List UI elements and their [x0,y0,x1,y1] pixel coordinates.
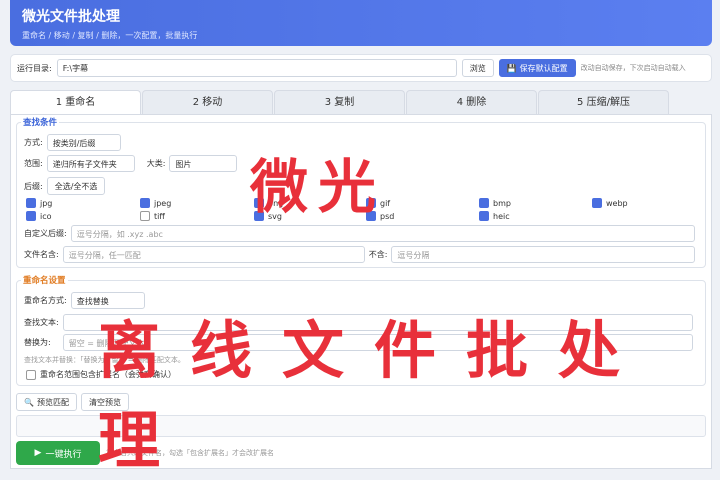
ext-label: jpg [40,198,53,208]
include-extension-checkbox[interactable]: 重命名范围包含扩展名（会弹窗确认） [26,369,176,380]
run-all-button[interactable]: ▶ 一键执行 [16,441,100,465]
run-note: 重命名只改文件名，勾选「包含扩展名」才会改扩展名 [106,449,274,457]
name-excludes-input[interactable]: 逗号分隔 [391,246,696,263]
run-directory-input[interactable]: F:\字幕 [56,59,457,77]
autosave-hint: 改动自动保存，下次启动自动载入 [580,64,686,72]
checkbox-checked-icon [479,198,489,208]
save-default-config-label: 保存默认配置 [519,63,568,73]
replace-with-input[interactable]: 留空 = 删除匹配文本 [62,334,693,351]
custom-suffix-label: 自定义后缀: [24,229,67,238]
checkbox-checked-icon [254,198,264,208]
checkbox-checked-icon [592,198,602,208]
include-extension-label: 重命名范围包含扩展名（会弹窗确认） [40,370,176,379]
checkbox-checked-icon [26,198,36,208]
ext-checkbox[interactable]: ico [26,211,52,221]
ext-checkbox[interactable]: svg [254,211,282,221]
rename-mode-select[interactable]: 查找替换 [70,292,145,309]
checkbox-checked-icon [26,211,36,221]
ext-label: ico [40,211,52,221]
clear-preview-button[interactable]: 清空预览 [80,393,129,411]
app-subtitle: 重命名 / 移动 / 复制 / 删除，一次配置，批量执行 [22,31,198,40]
scope-select[interactable]: 递归所有子文件夹 [46,155,135,172]
search-icon: 🔍 [24,397,34,407]
checkbox-checked-icon [140,198,150,208]
name-contains-label: 文件名含: [24,250,59,259]
find-text-input[interactable] [62,314,693,331]
app-title: 微光文件批处理 [22,9,120,25]
save-default-config-button[interactable]: 💾 保存默认配置 [498,59,576,77]
browse-button[interactable]: 浏览 [461,59,494,77]
ext-checkbox[interactable]: png [254,198,283,208]
ext-checkbox[interactable]: heic [479,211,510,221]
name-contains-input[interactable]: 逗号分隔，任一匹配 [62,246,365,263]
ext-label: bmp [493,198,511,208]
rename-mode-label: 重命名方式: [24,296,67,305]
checkbox-unchecked-icon [26,369,36,380]
checkbox-checked-icon [366,211,376,221]
select-all-toggle-button[interactable]: 全选/全不选 [46,177,106,195]
find-text-label: 查找文本: [24,318,59,327]
tab-move[interactable]: 2 移动 [142,90,273,114]
operation-tabs: 1 重命名 2 移动 3 复制 4 删除 5 压缩/解压 [10,90,712,114]
ext-label: svg [268,211,282,221]
run-all-label: 一键执行 [45,449,82,460]
replace-with-label: 替换为: [24,338,51,347]
category-label: 大类: [146,159,166,168]
checkbox-checked-icon [479,211,489,221]
custom-suffix-input[interactable]: 逗号分隔，如 .xyz .abc [70,225,695,242]
tab-compress[interactable]: 5 压缩/解压 [538,90,669,114]
app-header: 微光文件批处理 重命名 / 移动 / 复制 / 删除，一次配置，批量执行 [10,0,712,46]
checkbox-checked-icon [254,211,264,221]
scope-label: 范围: [24,159,43,168]
checkbox-unchecked-icon [140,211,150,221]
suffix-label: 后缀: [24,181,43,191]
tab-rename[interactable]: 1 重命名 [10,90,141,114]
tab-copy[interactable]: 3 复制 [274,90,405,114]
find-mode-select[interactable]: 按类别/后缀 [46,134,121,151]
tab-delete[interactable]: 4 删除 [406,90,537,114]
ext-label: psd [380,211,395,221]
preview-result-area [16,415,706,437]
ext-checkbox[interactable]: gif [366,198,390,208]
ext-label: heic [493,211,510,221]
ext-label: tiff [154,211,165,221]
name-excludes-label: 不含: [368,250,388,259]
ext-checkbox[interactable]: webp [592,198,628,208]
ext-label: webp [606,198,628,208]
ext-checkbox[interactable]: psd [366,211,394,221]
ext-checkbox[interactable]: jpg [26,198,52,208]
ext-checkbox[interactable]: bmp [479,198,511,208]
ext-label: jpeg [154,198,172,208]
ext-label: png [268,198,284,208]
ext-checkbox[interactable]: jpeg [140,198,171,208]
rename-note: 查找文本并替换：「替换为」留空 = 删除匹配文本。 [24,356,185,364]
ext-checkbox[interactable]: tiff [140,211,165,221]
rename-settings-legend: 重命名设置 [23,276,66,286]
ext-label: gif [380,198,391,208]
run-directory-bar: 运行目录: F:\字幕 浏览 💾 保存默认配置 改动自动保存，下次启动自动载入 [10,54,712,82]
save-icon: 💾 [506,63,517,73]
preview-match-label: 预览匹配 [36,397,69,407]
run-directory-label: 运行目录: [17,63,52,73]
category-select[interactable]: 图片 [169,155,238,172]
find-mode-label: 方式: [24,138,43,147]
checkbox-checked-icon [366,198,376,208]
play-icon: ▶ [34,448,42,458]
preview-match-button[interactable]: 🔍 预览匹配 [16,393,77,411]
find-conditions-legend: 查找条件 [23,118,58,128]
